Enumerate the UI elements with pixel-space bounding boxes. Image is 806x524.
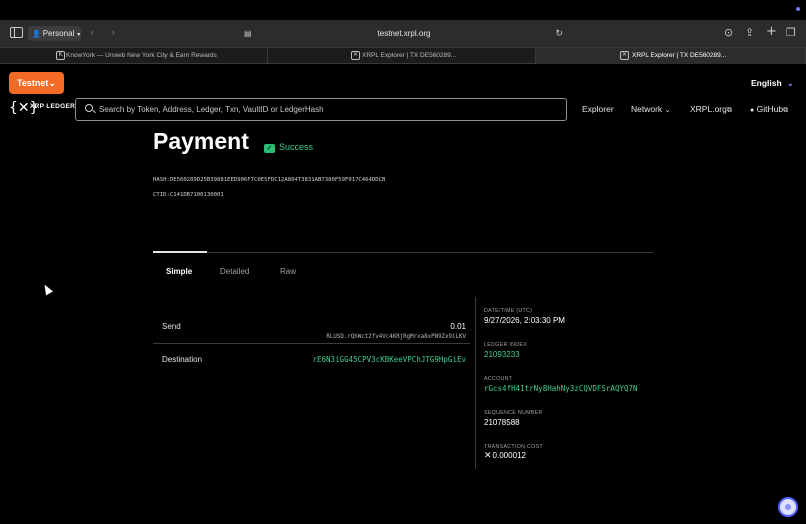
hash-label: HASH: [153,177,170,183]
cookie-settings-icon[interactable] [778,497,798,517]
status-text: Success [279,142,314,152]
sidebar-toggle-icon[interactable] [10,27,23,38]
language-label: English [751,78,782,88]
transaction-ctid: CTID:C141DB7100130001 [153,192,224,198]
chevron-down-icon: ⌄ [48,78,56,88]
send-label: Send [162,322,181,331]
logo-text: XRP LEDGER [30,103,76,110]
tab-simple[interactable]: Simple [166,267,192,276]
share-icon[interactable]: ⇪ [745,26,754,40]
xrp-ledger-logo[interactable]: {✕} XRP LEDGER [9,100,75,118]
ledger-index-link[interactable]: 21093233 [484,350,520,359]
nav-github-label: GitHub [756,104,784,114]
datetime-value: 9/27/2026, 2:03:30 PM [484,316,565,325]
tab-overview-icon[interactable]: ❐ [786,26,796,40]
reload-icon[interactable]: ↻ [555,25,563,42]
status-dot-icon [796,7,800,11]
fee-amount: 0.000012 [492,451,526,460]
nav-network-label: Network [631,104,663,114]
send-currency[interactable]: RLUSD.rQhWct2fv4Vc4KRjRgMrxa8xPN9Zx9iLKV [326,334,466,340]
ledger-index-label: LEDGER INDEX [484,342,528,348]
status-badge: ✓ Success [264,142,313,153]
nav-explorer[interactable]: Explorer [582,104,614,114]
browser-tab-xrpl-active[interactable]: ✕ XRPL Explorer | TX DE560289... [536,48,806,64]
favicon-icon: K [56,51,65,60]
download-icon[interactable]: ⊙ [724,26,733,40]
nav-network[interactable]: Network ⌄ [631,104,670,114]
tab-raw[interactable]: Raw [280,267,296,276]
transaction-hash: HASH:DE560289D25B39881EED906F7C0E5FDC12A… [153,177,385,183]
new-tab-icon[interactable]: + [766,25,777,39]
transaction-type-title: Payment [153,128,249,154]
nav-xrpl-org-label: XRPL.org [690,104,727,114]
xrpl-favicon-icon: ✕ [351,51,360,60]
sequence-value: 21078588 [484,418,520,427]
active-tab-indicator [153,251,207,253]
chevron-down-icon: ▾ [77,32,81,38]
nav-github[interactable]: ● GitHub⧉ [750,104,788,115]
github-icon: ● [750,107,755,114]
xrp-icon: ✕ [484,451,492,461]
account-link[interactable]: rGcs4fH41trNy8HahNy3zCQVDFSrAQYQ7N [484,384,642,393]
search-input[interactable] [99,99,559,120]
mouse-cursor-icon [41,282,53,296]
network-label: Testnet [17,78,49,88]
language-select[interactable]: English ⌄ [751,78,794,89]
transaction-cost-label: TRANSACTION COST [484,444,543,450]
external-link-icon: ⧉ [783,107,789,114]
search-box[interactable] [75,98,567,121]
tab-title: XRPL Explorer | TX DE560289... [362,52,457,59]
hash-value: DE560289D25B39881EED906F7C0E5FDC12A804T3… [169,177,386,183]
chevron-down-icon: ⌄ [786,78,794,88]
person-icon: 👤 [32,31,41,38]
external-link-icon: ⧉ [726,107,732,114]
page-settings-icon[interactable]: ▤ [244,25,252,42]
menu-bar [0,0,806,20]
back-icon[interactable]: ‹ [90,26,94,40]
detail-tabs-underline [153,251,653,253]
nav-explorer-label: Explorer [582,104,614,114]
datetime-label: DATE/TIME (UTC) [484,308,533,314]
profile-name: Personal [42,29,75,38]
sequence-label: SEQUENCE NUMBER [484,410,543,416]
page: Testnet ⌄ English ⌄ {✕} XRP LEDGER Explor… [0,64,806,524]
tab-title: XRPL Explorer | TX DE560289... [632,52,727,59]
destination-address-link[interactable]: rE6N3iGG45CPV3cKBKeeVPChJTG9HpGiEv [312,355,466,364]
transaction-cost-value: ✕0.000012 [484,451,526,461]
row-divider [153,343,470,344]
browser-tab-knowyork[interactable]: K KnowYork — Unweb New York City & Earn … [44,48,268,64]
tab-detailed[interactable]: Detailed [220,267,249,276]
forward-icon[interactable]: › [111,26,115,40]
address-bar[interactable]: ▤ testnet.xrpl.org ↻ [240,25,568,42]
chevron-down-icon: ⌄ [664,107,671,114]
account-label: ACCOUNT [484,376,513,382]
ctid-label: CTID: [153,192,170,198]
search-icon [85,104,93,112]
profile-button[interactable]: 👤 Personal ▾ [28,26,81,41]
tab-title: KnowYork — Unweb New York City & Earn Re… [66,52,217,59]
tab-strip: K KnowYork — Unweb New York City & Earn … [0,47,806,64]
browser-tab-xrpl-1[interactable]: ✕ XRPL Explorer | TX DE560289... [268,48,536,64]
ctid-value: C141DB7100130001 [169,192,224,198]
xrpl-favicon-icon: ✕ [620,51,629,60]
url-text: testnet.xrpl.org [377,29,431,38]
send-amount: 0.01 [450,322,466,331]
network-select-button[interactable]: Testnet ⌄ [9,72,64,94]
check-icon: ✓ [264,144,275,153]
column-divider [475,297,476,469]
nav-xrpl-org[interactable]: XRPL.org⧉ [690,104,732,115]
destination-label: Destination [162,355,203,364]
